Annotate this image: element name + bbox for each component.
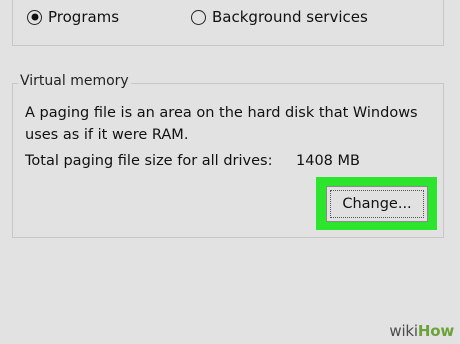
radio-programs-label[interactable]: Programs [48,8,119,26]
virtual-memory-legend: Virtual memory [18,73,131,89]
change-button[interactable]: Change... [326,186,428,222]
radio-programs[interactable]: Programs [27,8,119,26]
wikihow-watermark: wikiHow [389,322,454,340]
total-paging-size-label: Total paging file size for all drives: [25,153,273,169]
radio-background-services[interactable]: Background services [191,8,368,26]
radio-background-indicator[interactable] [191,9,206,25]
radio-background-label[interactable]: Background services [212,8,368,26]
change-button-label[interactable]: Change... [330,190,424,218]
paging-file-description: A paging file is an area on the hard dis… [25,105,418,143]
watermark-how: How [417,322,454,340]
total-paging-size-value: 1408 MB [296,153,360,169]
radio-programs-indicator[interactable] [27,9,42,25]
watermark-wiki: wiki [389,322,418,340]
